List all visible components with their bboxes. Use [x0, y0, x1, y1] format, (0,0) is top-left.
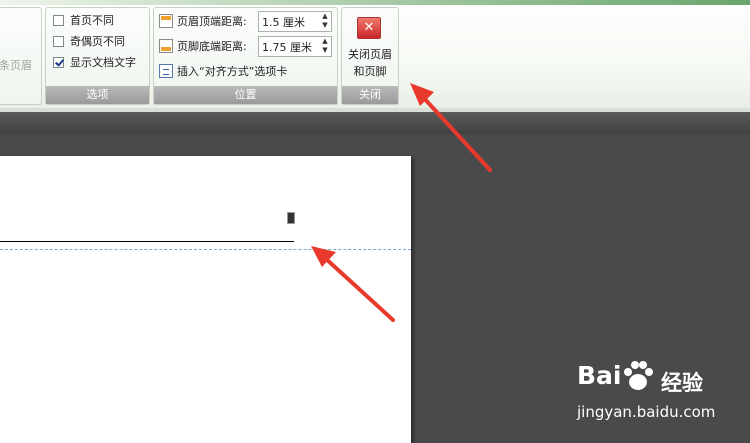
close-button-line2: 和页脚: [353, 65, 387, 78]
header-top-distance-input[interactable]: 1.5 厘米 ▲ ▼: [258, 11, 332, 32]
baidu-jingyan-watermark: Bai 经验 jingyan.baidu.com: [577, 361, 747, 431]
checkbox-box[interactable]: [53, 14, 64, 26]
close-button-line1: 关闭页眉: [348, 48, 392, 61]
close-header-footer-button[interactable]: 关闭页眉 和页脚: [342, 46, 398, 80]
spin-arrows-icon[interactable]: ▲ ▼: [319, 12, 331, 31]
spin-arrows-icon[interactable]: ▲ ▼: [319, 37, 331, 56]
footer-bottom-distance-row: 页脚底端距离:: [159, 36, 247, 56]
options-group-label: 选项: [46, 86, 149, 104]
position-group-label: 位置: [154, 86, 337, 104]
header-underline: [0, 241, 294, 242]
next-header-button-label[interactable]: 条页眉: [0, 57, 32, 73]
paw-icon: [624, 361, 653, 390]
watermark-brand-suffix: 经验: [661, 371, 703, 395]
alignment-tab-icon: [159, 64, 173, 78]
text-cursor-marker: [287, 212, 295, 224]
close-icon[interactable]: ✕: [357, 17, 381, 39]
position-group: 页眉顶端距离: 1.5 厘米 ▲ ▼ 页脚底端距离: 1.75 厘米 ▲ ▼ 插入“…: [153, 7, 338, 105]
footer-bottom-distance-input[interactable]: 1.75 厘米 ▲ ▼: [258, 36, 332, 57]
ruler-bar: [0, 112, 750, 134]
checkbox-label: 首页不同: [70, 14, 114, 27]
checkbox-label: 显示文档文字: [70, 56, 136, 69]
footer-bottom-value[interactable]: 1.75 厘米: [262, 39, 312, 55]
header-top-label: 页眉顶端距离:: [177, 15, 247, 28]
watermark-url: jingyan.baidu.com: [577, 403, 716, 421]
options-group: 首页不同 奇偶页不同 显示文档文字 选项: [45, 7, 150, 105]
navigation-group: 条页眉: [0, 7, 42, 105]
watermark-brand: Bai: [577, 361, 622, 390]
annotation-arrow-close: [410, 83, 492, 172]
insert-alignment-tab-button[interactable]: 插入“对齐方式”选项卡: [159, 61, 287, 81]
ribbon-top-bar: [0, 0, 750, 5]
footer-bottom-label: 页脚底端距离:: [177, 40, 247, 53]
checkbox-box-checked[interactable]: [53, 56, 64, 68]
ribbon: 条页眉 首页不同 奇偶页不同 显示文档文字 选项 页眉顶端距离: 1.5 厘米 …: [0, 0, 750, 108]
show-document-text-checkbox[interactable]: 显示文档文字: [53, 53, 136, 71]
annotation-arrow-header-line: [311, 246, 395, 322]
different-odd-even-checkbox[interactable]: 奇偶页不同: [53, 32, 125, 50]
checkbox-label: 奇偶页不同: [70, 35, 125, 48]
close-group-label: 关闭: [342, 86, 398, 104]
header-top-distance-row: 页眉顶端距离:: [159, 11, 247, 31]
header-top-value[interactable]: 1.5 厘米: [262, 14, 305, 30]
header-position-icon: [159, 14, 173, 28]
footer-position-icon: [159, 39, 173, 53]
insert-alignment-tab-label: 插入“对齐方式”选项卡: [177, 65, 288, 78]
checkbox-box[interactable]: [53, 35, 64, 47]
different-first-page-checkbox[interactable]: 首页不同: [53, 11, 114, 29]
close-group: ✕ 关闭页眉 和页脚 关闭: [341, 7, 399, 105]
